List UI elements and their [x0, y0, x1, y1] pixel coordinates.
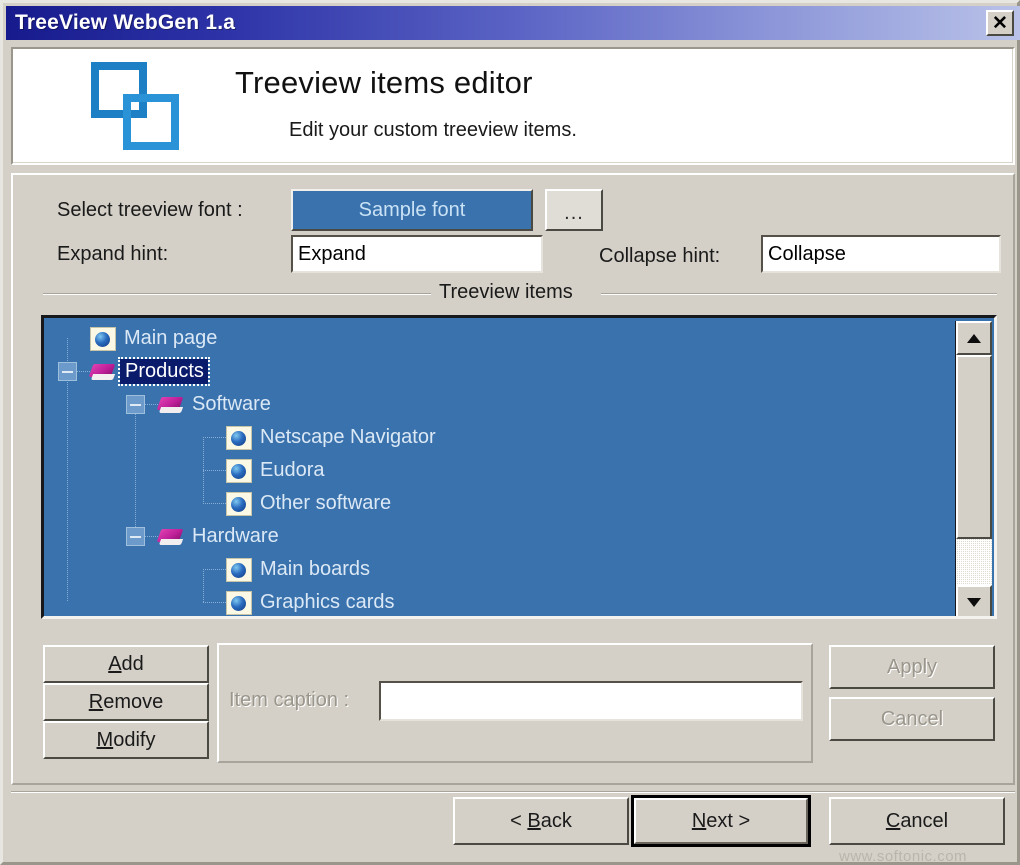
- tree-item[interactable]: Eudora: [226, 454, 325, 487]
- body-panel: Select treeview font : Sample font ... E…: [11, 173, 1015, 785]
- tree-item[interactable]: Products: [90, 355, 210, 388]
- tree-connector-line: [203, 569, 204, 602]
- tree-item-label: Hardware: [192, 525, 279, 547]
- treeview[interactable]: Main page Products Software Netscape Naviga…: [41, 315, 997, 619]
- tree-item-label: Netscape Navigator: [260, 426, 436, 448]
- apply-button-label: Apply: [886, 655, 938, 678]
- remove-button[interactable]: Remove: [43, 683, 209, 721]
- tree-item[interactable]: Other software: [226, 487, 391, 520]
- page-globe-icon: [226, 590, 252, 615]
- cancel-button[interactable]: Cancel: [829, 797, 1005, 845]
- tree-item-label: Products: [118, 357, 210, 386]
- apply-button[interactable]: Apply: [829, 645, 995, 689]
- group-divider-right: [601, 293, 997, 295]
- page-globe-icon: [226, 491, 252, 516]
- item-caption-label: Item caption :: [229, 689, 350, 711]
- page-subtitle: Edit your custom treeview items.: [289, 119, 577, 141]
- collapse-hint-label: Collapse hint:: [599, 245, 721, 267]
- tree-item[interactable]: Netscape Navigator: [226, 421, 436, 454]
- tree-connector-line: [135, 404, 136, 536]
- tree-connector-line: [203, 503, 227, 504]
- application-window: TreeView WebGen 1.a ✕ Treeview items edi…: [0, 0, 1020, 865]
- cancel-button-label: Cancel: [885, 809, 949, 832]
- title-bar: TreeView WebGen 1.a ✕: [6, 6, 1020, 40]
- add-button[interactable]: Add: [43, 645, 209, 683]
- two-overlapping-squares-icon: [91, 62, 179, 150]
- cancel-edit-button[interactable]: Cancel: [829, 697, 995, 741]
- item-caption-input[interactable]: [379, 681, 803, 721]
- tree-connector-line: [203, 437, 227, 438]
- font-preview-button[interactable]: Sample font: [291, 189, 533, 231]
- tree-expander-collapse-icon[interactable]: [126, 395, 145, 414]
- treeview-scrollbar[interactable]: [955, 321, 992, 616]
- font-browse-button[interactable]: ...: [545, 189, 603, 231]
- close-button[interactable]: ✕: [986, 10, 1014, 36]
- scroll-down-icon: [967, 597, 981, 607]
- ellipsis-icon: ...: [564, 202, 584, 224]
- treeview-canvas: Main page Products Software Netscape Naviga…: [44, 318, 962, 616]
- scroll-up-icon: [967, 333, 981, 343]
- font-label: Select treeview font :: [57, 199, 243, 221]
- tree-item[interactable]: Hardware: [158, 520, 279, 553]
- next-button-inner: Next >: [634, 798, 808, 844]
- add-button-label: Add: [108, 652, 144, 675]
- back-button[interactable]: < Back: [453, 797, 629, 845]
- book-icon: [90, 362, 116, 382]
- cancel-edit-button-label: Cancel: [880, 707, 944, 730]
- group-divider-left: [43, 293, 431, 295]
- accel-b: B: [527, 809, 541, 832]
- page-globe-icon: [226, 425, 252, 450]
- accel-m: M: [96, 728, 114, 751]
- tree-item-label: Other software: [260, 492, 392, 514]
- page-globe-icon: [90, 326, 116, 351]
- watermark: www.softonic.com: [839, 848, 968, 865]
- tree-item-label: Main page: [124, 327, 218, 349]
- next-button-label: Next >: [691, 809, 751, 832]
- window-title: TreeView WebGen 1.a: [15, 11, 236, 34]
- header-panel: Treeview items editor Edit your custom t…: [11, 47, 1015, 165]
- scrollbar-thumb[interactable]: [956, 355, 992, 539]
- next-button[interactable]: Next >: [631, 795, 811, 847]
- book-icon: [158, 527, 184, 547]
- tree-expander-collapse-icon[interactable]: [58, 362, 77, 381]
- accel-a: A: [108, 652, 122, 675]
- accel-n: N: [691, 809, 707, 832]
- tree-connector-line: [203, 569, 227, 570]
- tree-connector-line: [203, 602, 227, 603]
- tree-item[interactable]: Software: [158, 388, 271, 421]
- page-globe-icon: [226, 458, 252, 483]
- tree-item-label: Graphics cards: [260, 591, 395, 613]
- tree-item-label: Software: [192, 393, 271, 415]
- tree-connector-line: [203, 470, 227, 471]
- tree-expander-collapse-icon[interactable]: [126, 527, 145, 546]
- accel-c: C: [885, 809, 901, 832]
- accel-r: R: [88, 690, 104, 713]
- expand-hint-label: Expand hint:: [57, 243, 169, 265]
- expand-hint-input[interactable]: [291, 235, 543, 273]
- scroll-up-button[interactable]: [956, 321, 992, 355]
- remove-button-label: Remove: [88, 690, 164, 713]
- modify-button-label: Modify: [96, 728, 156, 751]
- collapse-hint-input[interactable]: [761, 235, 1001, 273]
- page-globe-icon: [226, 557, 252, 582]
- tree-item[interactable]: Graphics cards: [226, 586, 395, 616]
- item-caption-panel: Item caption :: [217, 643, 813, 763]
- font-preview-label: Sample font: [358, 198, 466, 221]
- tree-item[interactable]: Main boards: [226, 553, 370, 586]
- back-button-label: < Back: [510, 809, 572, 832]
- footer-divider: [11, 791, 1015, 793]
- page-title: Treeview items editor: [235, 65, 533, 100]
- tree-item-label: Main boards: [260, 558, 371, 580]
- scroll-down-button[interactable]: [956, 585, 992, 616]
- tree-item[interactable]: Main page: [90, 322, 217, 355]
- close-icon: ✕: [992, 12, 1008, 34]
- group-label: Treeview items: [439, 281, 573, 303]
- modify-button[interactable]: Modify: [43, 721, 209, 759]
- tree-item-label: Eudora: [260, 459, 325, 481]
- book-icon: [158, 395, 184, 415]
